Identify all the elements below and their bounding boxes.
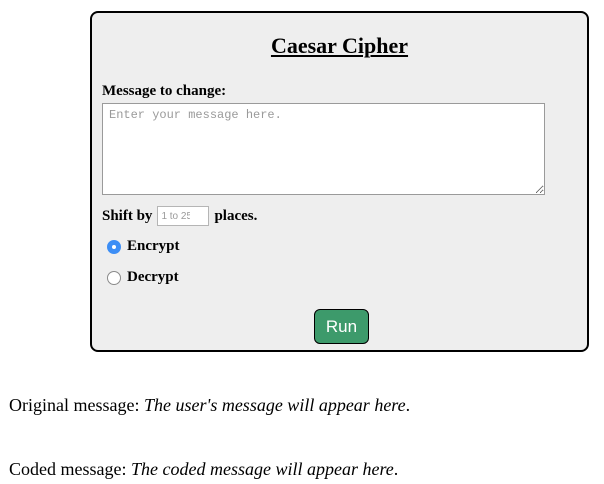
original-message-period: . bbox=[405, 395, 411, 415]
coded-message-label: Coded message: bbox=[9, 459, 127, 479]
run-button[interactable]: Run bbox=[314, 309, 369, 344]
shift-prefix-label: Shift by bbox=[102, 207, 153, 224]
coded-message-text: The coded message will appear here bbox=[130, 459, 394, 479]
shift-suffix-label: places. bbox=[214, 207, 258, 224]
coded-message-line: Coded message: The coded message will ap… bbox=[9, 459, 398, 480]
original-message-line: Original message: The user's message wil… bbox=[9, 395, 410, 416]
original-message-label: Original message: bbox=[9, 395, 140, 415]
cipher-panel: Caesar Cipher Message to change: Shift b… bbox=[90, 11, 589, 352]
encrypt-radio[interactable] bbox=[107, 239, 121, 254]
encrypt-option[interactable]: Encrypt bbox=[107, 238, 180, 255]
decrypt-radio[interactable] bbox=[107, 270, 121, 285]
message-input[interactable] bbox=[102, 103, 545, 195]
shift-number-input[interactable] bbox=[157, 206, 210, 226]
decrypt-label: Decrypt bbox=[127, 269, 179, 285]
shift-row: Shift by places. bbox=[102, 206, 257, 226]
message-label: Message to change: bbox=[102, 83, 227, 99]
encrypt-label: Encrypt bbox=[127, 238, 180, 254]
original-message-text: The user's message will appear here bbox=[143, 395, 406, 415]
page-title: Caesar Cipher bbox=[270, 33, 409, 58]
decrypt-option[interactable]: Decrypt bbox=[107, 269, 179, 286]
coded-message-period: . bbox=[393, 459, 399, 479]
